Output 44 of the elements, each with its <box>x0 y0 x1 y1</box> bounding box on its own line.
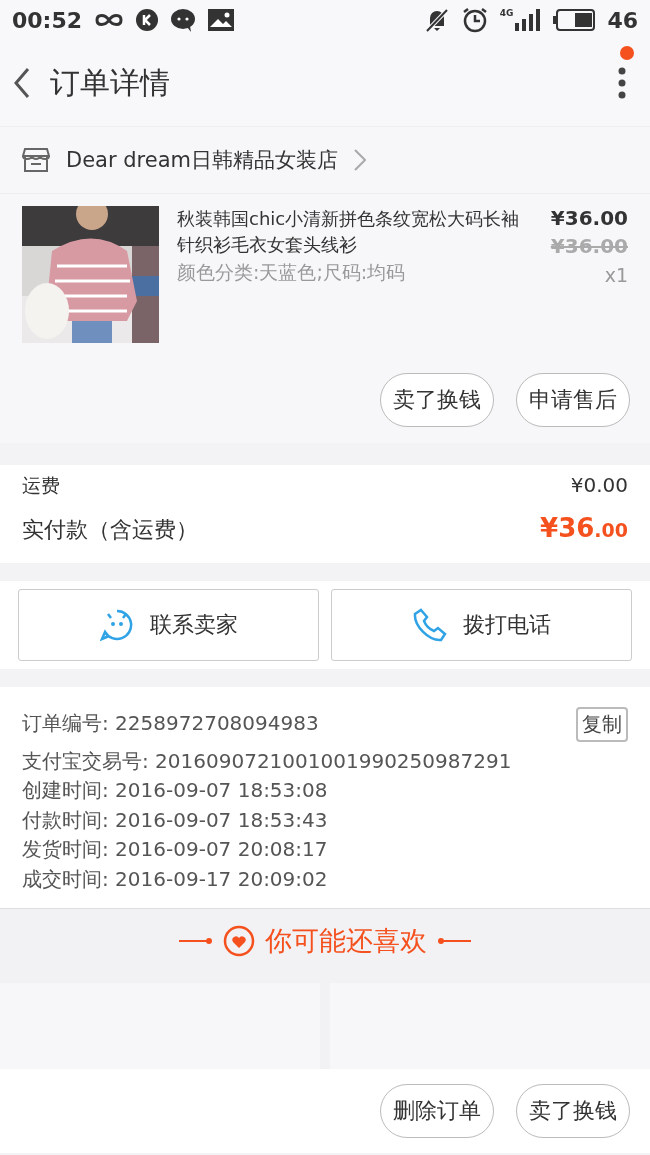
contact-button[interactable]: 联系卖家 <box>18 589 319 661</box>
shop-name[interactable]: Dear dream日韩精品女装店 <box>66 146 338 174</box>
order-detail-line: 付款时间: 2016-09-07 18:53:43 <box>22 806 328 834</box>
product-title[interactable]: 秋装韩国chic小清新拼色条纹宽松大码长袖针织衫毛衣女套头线衫 <box>177 206 530 258</box>
signal-icon <box>515 9 542 31</box>
muted-bell-icon <box>423 7 450 33</box>
more-icon <box>618 67 626 99</box>
page-title: 订单详情 <box>50 63 171 102</box>
action-button[interactable]: 卖了换钱 <box>516 1084 630 1138</box>
product-quantity: x1 <box>603 264 628 286</box>
image-icon <box>208 9 235 31</box>
status-time: 00:52 <box>12 7 83 33</box>
battery-percent: 46 <box>607 7 638 33</box>
fee-label: 运费 <box>22 473 60 498</box>
back-icon <box>14 68 30 98</box>
alarm-clock-icon <box>461 7 488 33</box>
action-button[interactable]: 卖了换钱 <box>380 373 494 427</box>
fee-value: ¥0.00 <box>570 473 628 497</box>
order-detail-line: 订单编号: 2258972708094983 <box>22 710 319 737</box>
order-detail-line: 创建时间: 2016-09-07 18:53:08 <box>22 777 328 804</box>
arrow-line-icon <box>437 937 471 945</box>
fee-label: 实付款（含运费） <box>22 516 198 544</box>
copy-button[interactable]: 复制 <box>576 707 628 742</box>
shop-icon <box>22 147 50 173</box>
battery-icon <box>553 9 596 31</box>
chevron-right-icon <box>354 149 366 171</box>
infinity-icon <box>94 12 125 28</box>
fee-value: ¥36.00 <box>540 513 628 543</box>
heart-circle-icon <box>223 925 255 957</box>
order-detail-line: 发货时间: 2016-09-07 20:08:17 <box>22 836 328 863</box>
action-button[interactable]: 申请售后 <box>516 373 630 427</box>
contact-button[interactable]: 拨打电话 <box>331 589 632 661</box>
original-price: ¥36.00 <box>549 234 628 258</box>
chat-bubble-icon <box>170 8 197 32</box>
arrow-line-icon <box>179 937 213 945</box>
product-price: ¥36.00 <box>549 206 628 230</box>
product-variant: 颜色分类:天蓝色;尺码:均码 <box>177 260 407 285</box>
k-circle-icon <box>136 9 159 31</box>
phone-icon <box>412 608 447 642</box>
order-detail-line: 支付宝交易号: 2016090721001001990250987291 <box>22 747 512 775</box>
section-heading: 你可能还喜欢 <box>265 924 427 958</box>
network-type: 4G <box>499 8 514 18</box>
action-button[interactable]: 删除订单 <box>380 1084 494 1138</box>
order-detail-line: 成交时间: 2016-09-17 20:09:02 <box>22 865 328 893</box>
